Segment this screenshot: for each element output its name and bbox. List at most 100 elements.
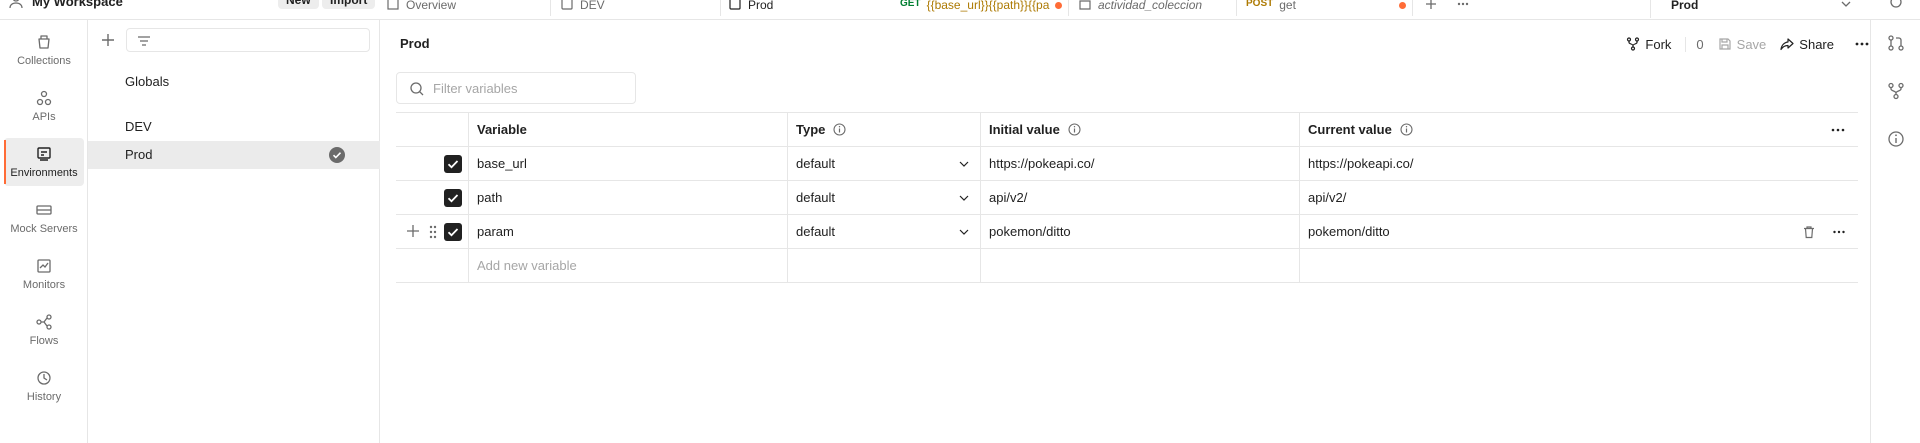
method-badge: GET <box>900 0 921 9</box>
check-icon <box>447 194 459 203</box>
import-button[interactable]: Import <box>322 0 376 9</box>
info-icon[interactable] <box>1068 123 1081 136</box>
variable-name-cell[interactable]: path <box>469 181 788 214</box>
save-label: Save <box>1736 36 1767 52</box>
share-button[interactable]: Share <box>1780 37 1834 52</box>
current-value-cell[interactable]: api/v2/ <box>1300 181 1858 214</box>
initial-value-cell[interactable]: api/v2/ <box>981 181 1300 214</box>
editor-actions: Fork 0 Save Share <box>1626 32 1870 56</box>
variable-name-cell[interactable]: base_url <box>469 147 788 180</box>
collection-icon <box>1079 0 1091 10</box>
variable-type-select[interactable]: default <box>788 215 981 248</box>
add-variable-row: Add new variable <box>396 249 1858 283</box>
fork-count: 0 <box>1685 36 1704 52</box>
more-options-icon[interactable] <box>1854 36 1870 52</box>
tab-collection[interactable]: actividad_coleccion <box>1078 0 1202 19</box>
row-actions <box>1802 225 1846 239</box>
sidebar-item-flows[interactable]: Flows <box>4 306 84 354</box>
column-options-icon[interactable] <box>1830 122 1846 138</box>
sidebar-item-label: Monitors <box>22 279 66 291</box>
row-control-cell <box>396 147 469 180</box>
empty-current-cell <box>1300 249 1858 282</box>
new-tab-button[interactable] <box>1424 0 1438 19</box>
info-icon[interactable] <box>833 123 846 136</box>
fork-button[interactable]: Fork <box>1626 37 1671 52</box>
environment-selector[interactable]: Prod <box>1650 0 1860 18</box>
sidebar-item-environments[interactable]: Environments <box>4 138 84 186</box>
add-row-icon[interactable] <box>406 224 420 238</box>
sidebar-item-history[interactable]: History <box>4 362 84 410</box>
column-header-variable: Variable <box>469 113 788 146</box>
table-row: base_url default https://pokeapi.co/ htt… <box>396 147 1858 181</box>
tab-overview[interactable]: Overview <box>386 0 456 19</box>
workspace-switcher[interactable]: My Workspace <box>8 0 123 9</box>
delete-icon[interactable] <box>1802 225 1816 239</box>
mock-server-icon <box>36 205 52 215</box>
environment-editor: Prod Fork 0 Save Share Variable Type <box>380 20 1870 443</box>
tab-divider <box>550 0 551 16</box>
environment-item-label: Prod <box>125 147 153 162</box>
pull-request-icon[interactable] <box>1887 34 1905 52</box>
environment-quick-look-icon[interactable] <box>1888 0 1904 10</box>
sidebar-item-label: Environments <box>10 167 78 179</box>
environment-filter-input[interactable] <box>126 28 370 52</box>
variable-name-cell[interactable]: param <box>469 215 788 248</box>
drag-handle-icon[interactable] <box>428 225 438 239</box>
variable-enabled-checkbox[interactable] <box>444 223 462 241</box>
environment-item-dev[interactable]: DEV <box>88 113 380 141</box>
variable-enabled-checkbox[interactable] <box>444 155 462 173</box>
sidebar-item-label: Flows <box>29 335 59 347</box>
environment-title[interactable]: Prod <box>400 36 430 51</box>
sidebar-item-mock-servers[interactable]: Mock Servers <box>4 194 84 242</box>
sidebar-item-monitors[interactable]: Monitors <box>4 250 84 298</box>
environment-item-globals[interactable]: Globals <box>88 68 380 96</box>
filter-variables-input[interactable] <box>433 73 629 103</box>
variable-enabled-checkbox[interactable] <box>444 189 462 207</box>
tab-divider <box>1068 0 1069 16</box>
column-header-initial-value: Initial value <box>981 113 1300 146</box>
create-environment-icon[interactable] <box>98 30 118 50</box>
chevron-down-icon <box>959 229 969 235</box>
variable-type-select[interactable]: default <box>788 181 981 214</box>
environment-icon <box>729 0 741 10</box>
row-control-cell <box>396 215 469 248</box>
sidebar-item-collections[interactable]: Collections <box>4 26 84 74</box>
tab-divider <box>1412 0 1413 16</box>
info-icon[interactable] <box>1400 123 1413 136</box>
tab-dev[interactable]: DEV <box>560 0 605 19</box>
environment-item-prod[interactable]: Prod <box>88 141 380 169</box>
history-icon <box>37 371 51 385</box>
tab-prod[interactable]: Prod <box>728 0 888 19</box>
initial-value-cell[interactable]: https://pokeapi.co/ <box>981 147 1300 180</box>
variables-table: Variable Type Initial value Current valu… <box>396 112 1858 283</box>
collections-icon <box>38 35 50 49</box>
initial-value-cell[interactable]: pokemon/ditto <box>981 215 1300 248</box>
environments-icon <box>37 147 51 161</box>
tab-label: Prod <box>748 0 774 12</box>
plus-icon <box>1426 0 1436 9</box>
fork-icon[interactable] <box>1887 82 1905 100</box>
info-icon[interactable] <box>1887 130 1905 148</box>
sidebar-item-apis[interactable]: APIs <box>4 82 84 130</box>
row-control-cell <box>396 181 469 214</box>
current-value-cell[interactable]: https://pokeapi.co/ <box>1300 147 1858 180</box>
empty-initial-cell <box>981 249 1300 282</box>
tab-divider <box>1236 0 1237 16</box>
variable-type-select[interactable]: default <box>788 147 981 180</box>
column-header-current-value: Current value <box>1300 113 1858 146</box>
header-control-cell <box>396 113 469 146</box>
more-icon <box>1457 2 1469 6</box>
current-value-cell[interactable]: pokemon/ditto <box>1300 215 1858 248</box>
save-button[interactable]: Save <box>1718 36 1767 52</box>
method-badge: POST <box>1246 0 1274 9</box>
tab-get-request[interactable]: GET {{base_url}}{{path}}{{pa <box>900 0 1063 19</box>
save-icon <box>1719 38 1731 50</box>
tab-post-request[interactable]: POST get <box>1246 0 1406 19</box>
table-row: path default api/v2/ api/v2/ <box>396 181 1858 215</box>
chevron-down-icon <box>1841 1 1851 7</box>
add-new-variable-input[interactable]: Add new variable <box>469 249 788 282</box>
active-environment-check-icon[interactable] <box>329 147 345 163</box>
new-button[interactable]: New <box>278 0 319 9</box>
tab-overflow-button[interactable] <box>1456 0 1470 19</box>
row-more-icon[interactable] <box>1832 225 1846 239</box>
